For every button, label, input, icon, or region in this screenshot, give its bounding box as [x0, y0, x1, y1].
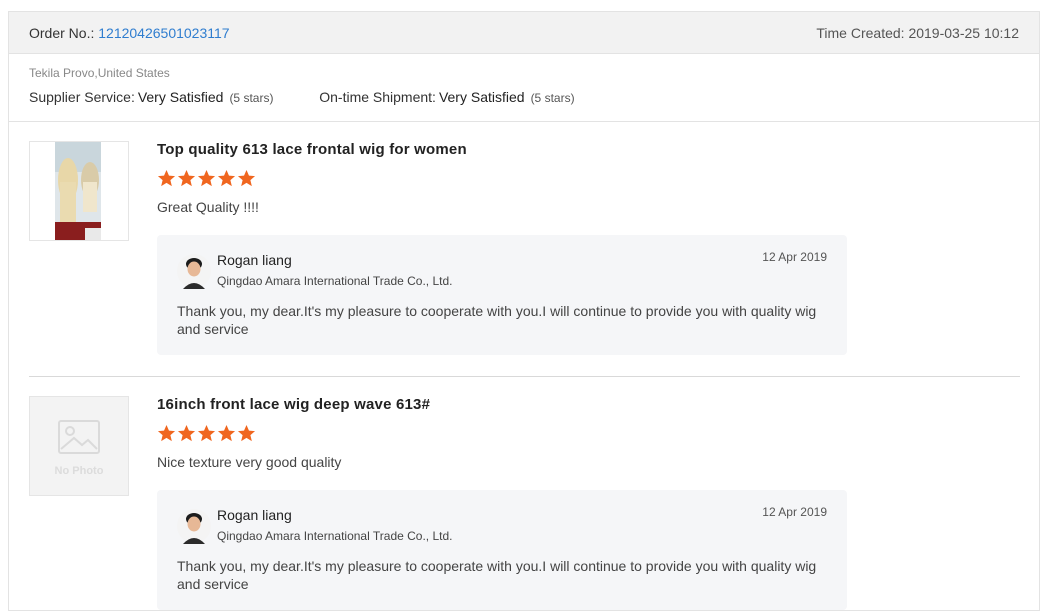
- star-icon: [177, 169, 196, 187]
- no-photo-icon: No Photo: [55, 420, 104, 477]
- shipment-stars: (5 stars): [530, 91, 575, 105]
- order-number: Order No.: 12120426501023117: [29, 25, 230, 41]
- product-image: [55, 142, 101, 240]
- avatar: [177, 254, 211, 289]
- product-thumbnail[interactable]: [29, 141, 129, 241]
- review-text: Great Quality !!!!: [157, 199, 259, 215]
- product-name[interactable]: 16inch front lace wig deep wave 613#: [157, 396, 430, 413]
- supplier-reply: Rogan liang Qingdao Amara International …: [157, 490, 847, 610]
- star-icon: [157, 169, 176, 187]
- reply-author: Rogan liang: [217, 252, 292, 268]
- buyer-location: Tekila Provo,United States: [29, 66, 170, 80]
- time-created-value: 2019-03-25 10:12: [908, 25, 1019, 41]
- reply-text: Thank you, my dear.It's my pleasure to c…: [177, 558, 817, 592]
- order-number-link[interactable]: 12120426501023117: [98, 25, 229, 41]
- supplier-reply: Rogan liang Qingdao Amara International …: [157, 235, 847, 355]
- shipment-label: On-time Shipment:: [319, 89, 436, 105]
- shipment-value: Very Satisfied: [438, 89, 525, 105]
- reply-author: Rogan liang: [217, 507, 292, 523]
- product-thumbnail[interactable]: No Photo: [29, 396, 129, 496]
- time-created-label: Time Created:: [816, 25, 905, 41]
- supplier-service-label: Supplier Service:: [29, 89, 135, 105]
- rating-stars: [157, 424, 257, 448]
- item-divider: [29, 376, 1020, 377]
- order-label: Order No.:: [29, 25, 95, 41]
- avatar: [177, 509, 211, 544]
- star-icon: [217, 169, 236, 187]
- reply-text: Thank you, my dear.It's my pleasure to c…: [177, 303, 817, 337]
- reply-date: 12 Apr 2019: [762, 505, 827, 519]
- star-icon: [237, 169, 256, 187]
- reply-date: 12 Apr 2019: [762, 250, 827, 264]
- product-name[interactable]: Top quality 613 lace frontal wig for wom…: [157, 141, 467, 158]
- rating-stars: [157, 169, 257, 193]
- order-card: Order No.: 12120426501023117 Time Create…: [8, 11, 1040, 611]
- supplier-service-value: Very Satisfied: [137, 89, 224, 105]
- star-icon: [157, 424, 176, 442]
- supplier-service-stars: (5 stars): [229, 91, 274, 105]
- star-icon: [237, 424, 256, 442]
- reply-company: Qingdao Amara International Trade Co., L…: [217, 274, 453, 288]
- no-photo-label: No Photo: [55, 465, 104, 477]
- star-icon: [177, 424, 196, 442]
- star-icon: [197, 169, 216, 187]
- star-icon: [197, 424, 216, 442]
- order-header: Order No.: 12120426501023117 Time Create…: [9, 12, 1039, 54]
- review-text: Nice texture very good quality: [157, 454, 342, 470]
- supplier-ratings: Supplier Service: Very Satisfied (5 stars)…: [29, 89, 575, 105]
- time-created: Time Created: 2019-03-25 10:12: [816, 25, 1019, 41]
- star-icon: [217, 424, 236, 442]
- buyer-info: Tekila Provo,United States Supplier Serv…: [9, 54, 1039, 122]
- reply-company: Qingdao Amara International Trade Co., L…: [217, 529, 453, 543]
